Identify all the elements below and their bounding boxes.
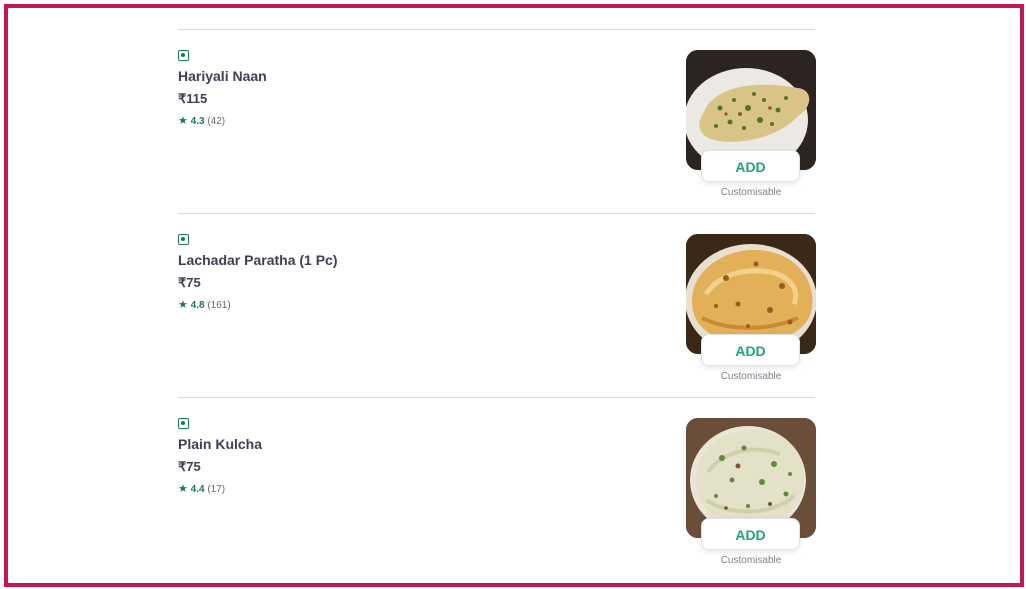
item-rating: ★ 4.8 (161) <box>178 298 231 311</box>
item-price: ₹75 <box>178 459 201 474</box>
rating-count: (17) <box>207 484 226 495</box>
customisable-label: Customisable <box>720 371 782 382</box>
item-name: Plain Kulcha <box>178 436 263 452</box>
menu-item-list: Hariyali Naan ₹115 ★ 4.3 (42) ADD Custom… <box>178 29 816 581</box>
add-button[interactable]: ADD <box>701 334 800 366</box>
rating-count: (161) <box>207 300 231 311</box>
rating-count: (42) <box>207 116 226 127</box>
star-icon: ★ <box>178 483 188 495</box>
customisable-label: Customisable <box>720 187 782 198</box>
veg-indicator-icon <box>178 234 189 245</box>
veg-indicator-icon <box>178 50 189 61</box>
add-button[interactable]: ADD <box>701 518 800 550</box>
item-rating: ★ 4.3 (42) <box>178 114 225 127</box>
customisable-label: Customisable <box>720 555 782 566</box>
item-name: Hariyali Naan <box>178 68 267 84</box>
menu-item: Plain Kulcha ₹75 ★ 4.4 (17) ADD Customis… <box>178 397 816 581</box>
veg-indicator-icon <box>178 418 189 429</box>
item-price: ₹115 <box>178 91 208 106</box>
rating-value: 4.4 <box>190 484 205 495</box>
rating-value: 4.3 <box>190 116 205 127</box>
add-button[interactable]: ADD <box>701 150 800 182</box>
item-rating: ★ 4.4 (17) <box>178 482 225 495</box>
item-price: ₹75 <box>178 275 201 290</box>
star-icon: ★ <box>178 115 188 127</box>
item-name: Lachadar Paratha (1 Pc) <box>178 252 338 268</box>
menu-item: Lachadar Paratha (1 Pc) ₹75 ★ 4.8 (161) … <box>178 213 816 397</box>
menu-item: Hariyali Naan ₹115 ★ 4.3 (42) ADD Custom… <box>178 29 816 213</box>
star-icon: ★ <box>178 299 188 311</box>
rating-value: 4.8 <box>190 300 205 311</box>
